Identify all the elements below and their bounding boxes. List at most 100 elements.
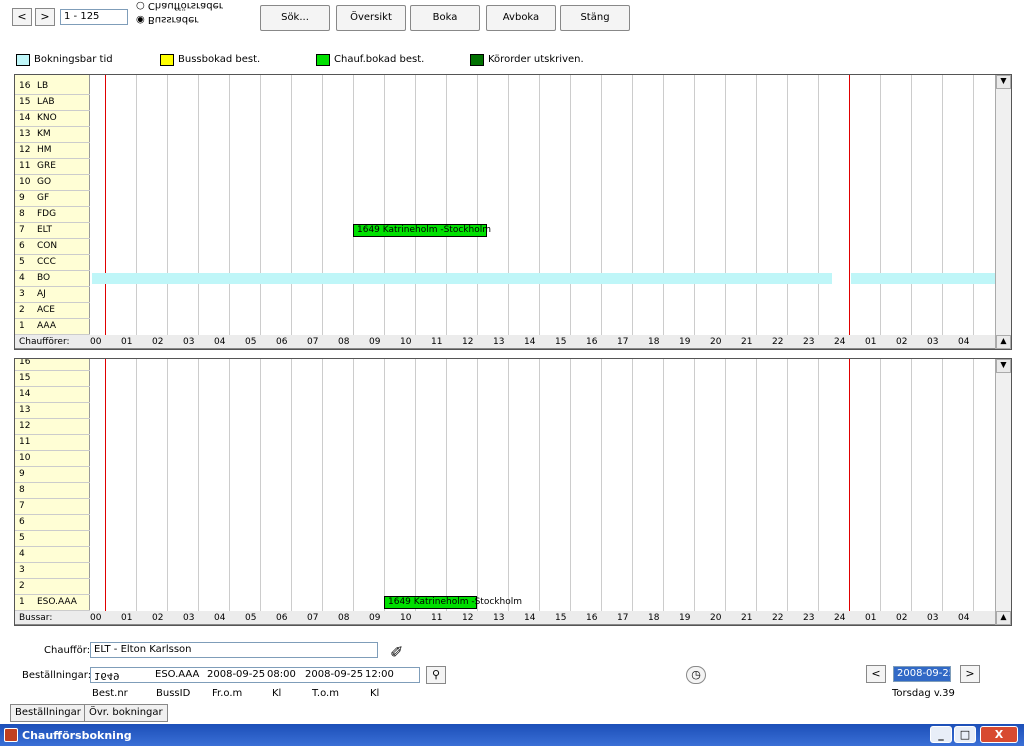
drv-row-label[interactable]: 1 AAA (15, 319, 90, 335)
drv-hour-label: 07 (307, 337, 319, 347)
bus-scroll-up[interactable]: ▲ (996, 359, 1011, 373)
bus-scroll-down[interactable]: ▼ (996, 611, 1011, 625)
drv-row-label[interactable]: 7 ELT (15, 223, 90, 239)
bus-row-label[interactable]: 14 (15, 387, 90, 403)
driver-vscroll[interactable]: ▼ ▲ (995, 74, 1011, 349)
drv-row-label[interactable]: 6 CON (15, 239, 90, 255)
bus-hour-label: 15 (555, 613, 567, 623)
maximize-button[interactable]: □ (954, 726, 976, 743)
driver-scroll-up[interactable]: ▲ (996, 75, 1011, 89)
bus-hour-label: 13 (493, 613, 505, 623)
bus-row-label[interactable]: 11 (15, 435, 90, 451)
bus-row-label[interactable]: 4 (15, 547, 90, 563)
legend-label-bussbokad: Bussbokad best. (178, 54, 261, 65)
bus-row-label[interactable]: 16 (15, 358, 90, 371)
drv-row-label[interactable]: 5 CCC (15, 255, 90, 271)
bus-row-label[interactable]: 6 (15, 515, 90, 531)
drv-row-label[interactable]: 3 AJ (15, 287, 90, 303)
bus-hour-label: 09 (369, 613, 381, 623)
driver-scroll-down[interactable]: ▼ (996, 335, 1011, 349)
stang-button[interactable]: Stäng (560, 5, 630, 31)
minimize-button[interactable]: _ (930, 726, 952, 743)
bus-booking-bar[interactable]: 1649 Katrineholm -Stockholm (384, 596, 522, 609)
drv-hour-gridline (787, 74, 788, 335)
bus-row-label[interactable]: 1 ESO.AAA (15, 595, 90, 611)
page-next-button[interactable]: > (35, 8, 55, 26)
drv-row-label[interactable]: 14 KNO (15, 111, 90, 127)
bus-row-label[interactable]: 13 (15, 403, 90, 419)
drv-row-number: 4 (19, 273, 25, 283)
drv-row-label[interactable]: 4 BO (15, 271, 90, 287)
bus-hour-label: 02 (896, 613, 908, 623)
order-row-field[interactable]: 1649 ESO.AAA 2008-09-25 08:00 2008-09-25… (90, 667, 420, 683)
bus-row-number: 1 (19, 597, 25, 607)
bus-row-number: 6 (19, 517, 25, 527)
radio-chauffor[interactable]: ○ Chaufförsrader (136, 0, 223, 11)
bus-row-number: 14 (19, 389, 31, 399)
radio-busser[interactable]: ◉ Bussrader (136, 14, 198, 25)
bus-hour-label: 19 (679, 613, 691, 623)
drv-row-label[interactable]: 15 LAB (15, 95, 90, 111)
bus-row-label[interactable]: 15 (15, 371, 90, 387)
date-prev-button[interactable]: < (866, 665, 886, 683)
drv-hour-label: 04 (214, 337, 226, 347)
drv-hour-label: 01 (865, 337, 877, 347)
drv-hour-gridline (570, 74, 571, 335)
order-from-date: 2008-09-25 (207, 669, 266, 680)
page-prev-button[interactable]: < (12, 8, 32, 26)
bus-row-label[interactable]: 10 (15, 451, 90, 467)
bus-vscroll[interactable]: ▼ ▲ (995, 358, 1011, 625)
bus-hour-label: 04 (958, 613, 970, 623)
drv-booking-bar[interactable]: 1649 Katrineholm -Stockholm (353, 224, 491, 237)
drv-hour-label: 13 (493, 337, 505, 347)
drv-row-label[interactable]: 16 LB (15, 79, 90, 95)
drv-row-label[interactable]: 8 FDG (15, 207, 90, 223)
drv-row-label[interactable]: 13 KM (15, 127, 90, 143)
drv-row-number: 11 (19, 161, 31, 171)
drv-row-id: LAB (37, 97, 55, 107)
bus-row-label[interactable]: 9 (15, 467, 90, 483)
bus-row-label[interactable]: 8 (15, 483, 90, 499)
edit-driver-icon[interactable]: ✎ (390, 640, 418, 660)
drv-hour-gridline (136, 74, 137, 335)
bus-hour-gridline (539, 358, 540, 611)
tab-ovr-bokningar[interactable]: Övr. bokningar (84, 704, 168, 722)
order-from-time: 08:00 (267, 669, 296, 680)
sok-button[interactable]: Sök... (260, 5, 330, 31)
drv-hour-label: 00 (90, 337, 102, 347)
binoculars-icon[interactable]: ⚲ (426, 666, 446, 684)
boka-button[interactable]: Boka (410, 5, 480, 31)
bus-corner-label: Bussar: (19, 613, 53, 623)
bus-row-label[interactable]: 3 (15, 563, 90, 579)
drv-row-label[interactable]: 2 ACE (15, 303, 90, 319)
bus-row-label[interactable]: 2 (15, 579, 90, 595)
drv-hour-label: 18 (648, 337, 660, 347)
drv-row-label[interactable]: 12 HM (15, 143, 90, 159)
drv-row-label[interactable]: 10 GO (15, 175, 90, 191)
tab-bestallningar[interactable]: Beställningar (10, 704, 86, 722)
bus-hour-gridline (725, 358, 726, 611)
oversikt-button[interactable]: Översikt (336, 5, 406, 31)
bus-row-label[interactable]: 7 (15, 499, 90, 515)
drv-row-label[interactable]: 11 GRE (15, 159, 90, 175)
bus-hour-gridline (880, 358, 881, 611)
drv-row-label[interactable]: 9 GF (15, 191, 90, 207)
bus-row-number: 10 (19, 453, 31, 463)
bus-hour-gridline (167, 358, 168, 611)
date-next-button[interactable]: > (960, 665, 980, 683)
bus-row-label[interactable]: 5 (15, 531, 90, 547)
avboka-button[interactable]: Avboka (486, 5, 556, 31)
bus-hour-gridline (446, 358, 447, 611)
bus-row-number: 8 (19, 485, 25, 495)
close-button[interactable]: X (980, 726, 1018, 743)
chauffor-field[interactable]: ELT - Elton Karlsson (90, 642, 378, 658)
drv-row-number: 7 (19, 225, 25, 235)
date-field[interactable]: 2008-09-25 (893, 666, 951, 682)
clock-icon[interactable]: ◷ (686, 666, 706, 684)
bestallningar-label: Beställningar: (22, 670, 92, 681)
bus-row-label[interactable]: 12 (15, 419, 90, 435)
legend-swatch-chaufbokad (316, 54, 330, 66)
range-field[interactable]: 1 - 125 (60, 9, 128, 25)
bus-hour-gridline (322, 358, 323, 611)
drv-row-id: AAA (37, 321, 56, 331)
